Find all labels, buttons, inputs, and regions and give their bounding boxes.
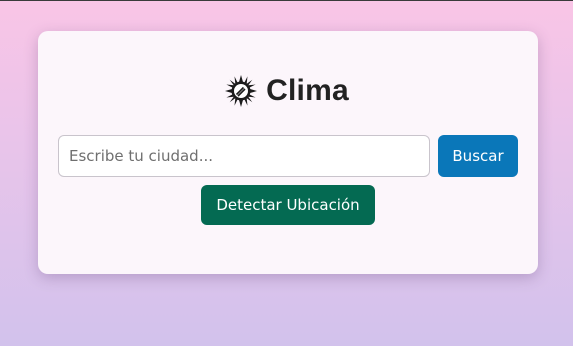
title-row: Clima xyxy=(0,72,573,110)
detect-location-button[interactable]: Detectar Ubicación xyxy=(201,185,375,225)
city-search-input[interactable] xyxy=(58,135,430,177)
search-button[interactable]: Buscar xyxy=(438,135,518,177)
sun-icon xyxy=(225,75,258,107)
app-title: Clima xyxy=(266,74,349,107)
top-border xyxy=(0,0,573,1)
